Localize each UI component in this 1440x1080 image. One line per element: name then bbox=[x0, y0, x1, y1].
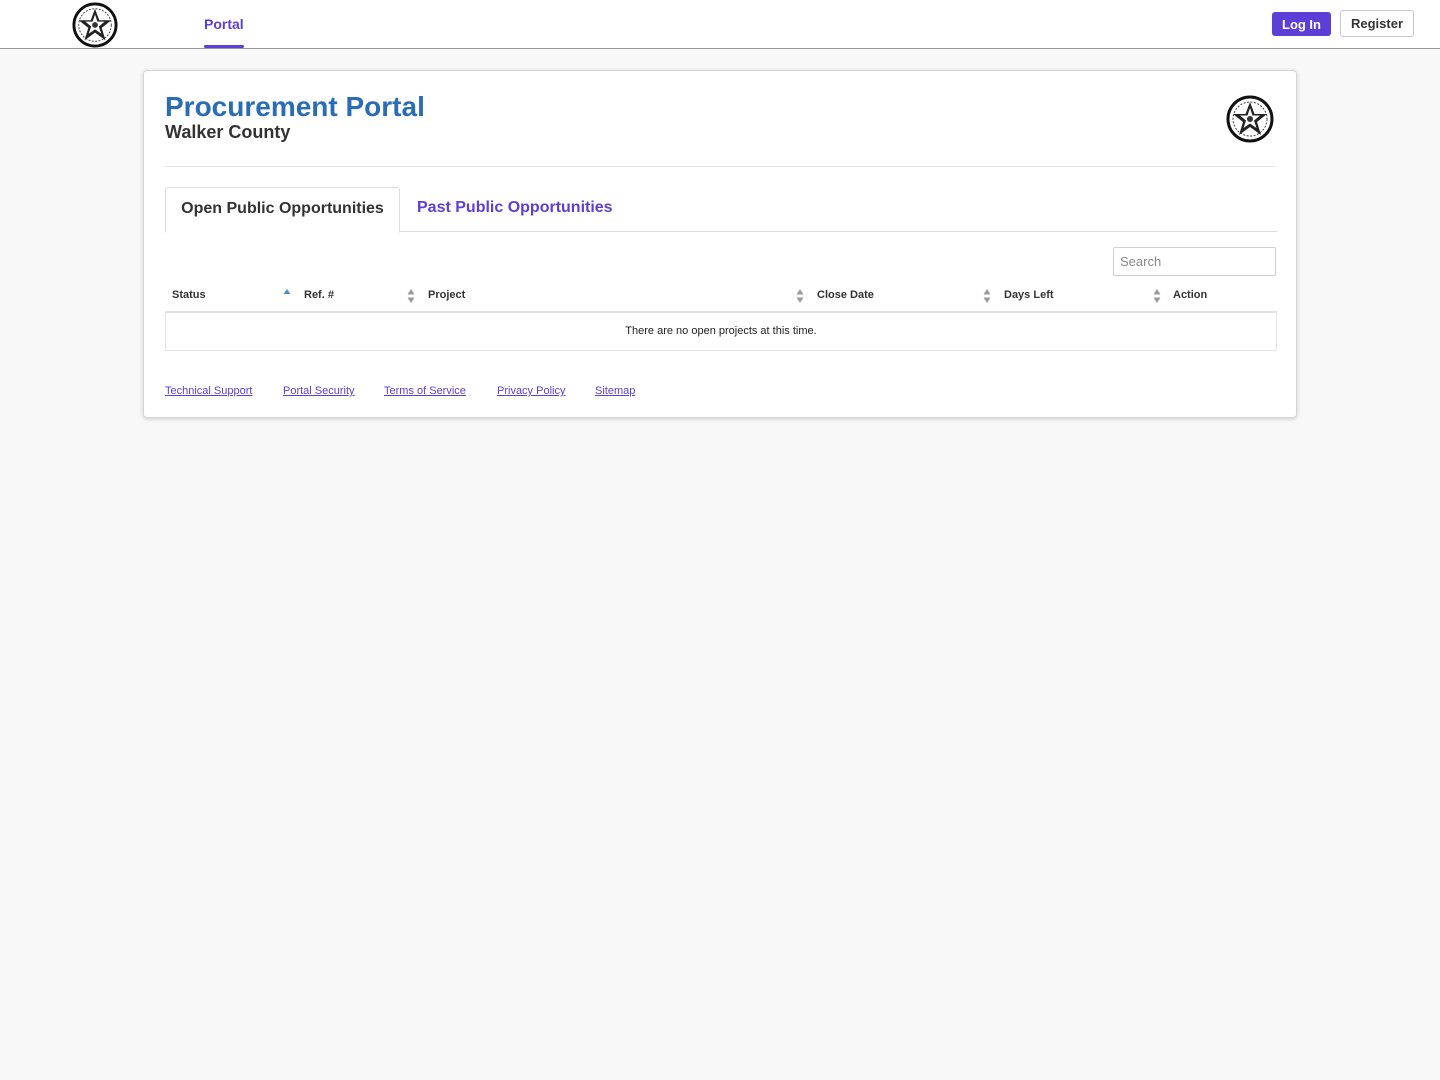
footer-link-terms-of-service[interactable]: Terms of Service bbox=[384, 385, 466, 397]
footer-link-sitemap[interactable]: Sitemap bbox=[595, 385, 635, 397]
sort-both-icon[interactable] bbox=[1153, 288, 1161, 304]
column-header-project[interactable]: Project bbox=[428, 283, 465, 311]
portal-card: Procurement Portal Walker County Open Pu… bbox=[143, 70, 1297, 418]
table-header: Status Ref. # Project Close Date Days Le… bbox=[165, 283, 1277, 311]
column-header-ref[interactable]: Ref. # bbox=[304, 283, 334, 311]
sort-both-icon[interactable] bbox=[983, 288, 991, 304]
login-button[interactable]: Log In bbox=[1272, 12, 1331, 36]
header-divider bbox=[165, 166, 1275, 167]
footer-link-portal-security[interactable]: Portal Security bbox=[283, 385, 355, 397]
search-input[interactable] bbox=[1113, 247, 1276, 276]
sort-ascending-icon[interactable] bbox=[283, 288, 291, 304]
nav-portal-link[interactable]: Portal bbox=[204, 0, 244, 48]
sort-both-icon[interactable] bbox=[796, 288, 804, 304]
tab-open-opportunities[interactable]: Open Public Opportunities bbox=[165, 187, 400, 233]
column-header-status[interactable]: Status bbox=[172, 283, 206, 311]
top-navigation: Portal Log In Register bbox=[0, 0, 1440, 49]
county-seal-icon[interactable] bbox=[72, 2, 118, 48]
column-header-action: Action bbox=[1173, 289, 1208, 301]
table-empty-message: There are no open projects at this time. bbox=[165, 313, 1277, 351]
opportunity-tabs: Open Public Opportunities Past Public Op… bbox=[165, 187, 1277, 233]
page-title: Procurement Portal bbox=[165, 91, 425, 122]
county-seal-icon bbox=[1226, 95, 1274, 143]
column-header-close-date[interactable]: Close Date bbox=[817, 283, 874, 311]
page-subtitle: Walker County bbox=[165, 122, 291, 142]
register-button[interactable]: Register bbox=[1340, 10, 1414, 37]
tab-past-opportunities[interactable]: Past Public Opportunities bbox=[417, 187, 613, 231]
footer-link-privacy-policy[interactable]: Privacy Policy bbox=[497, 385, 565, 397]
column-header-days-left[interactable]: Days Left bbox=[1004, 283, 1054, 311]
footer-link-technical-support[interactable]: Technical Support bbox=[165, 385, 252, 397]
sort-both-icon[interactable] bbox=[407, 288, 415, 304]
